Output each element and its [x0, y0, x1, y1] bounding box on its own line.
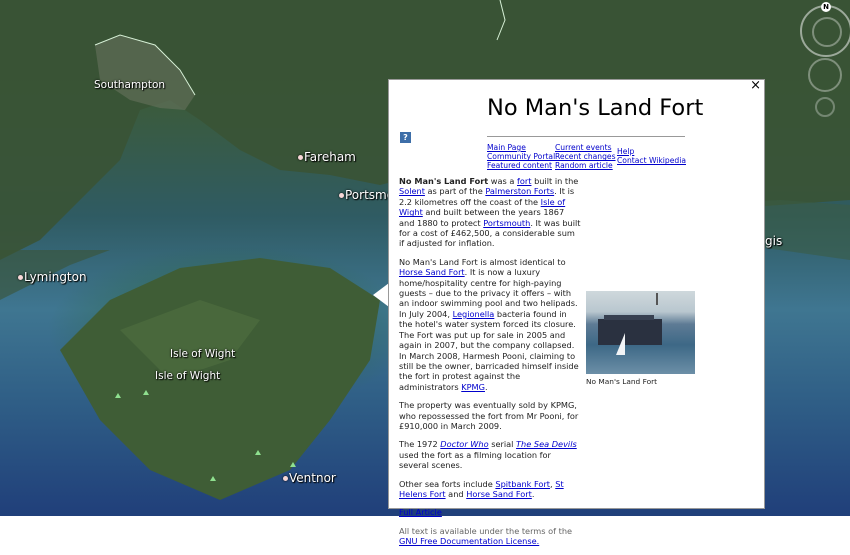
place-label-isle-of-wight-2[interactable]: Isle of Wight [155, 370, 220, 382]
link-gnu-fdl[interactable]: GNU Free Documentation License. [399, 536, 539, 546]
paragraph-intro: No Man's Land Fort was a fort built in t… [399, 176, 581, 249]
nav-column-1: Main Page Community Portal Featured cont… [487, 143, 555, 171]
nav-link-main-page[interactable]: Main Page [487, 143, 555, 152]
nav-link-random-article[interactable]: Random article [555, 161, 616, 170]
link-spitbank-fort[interactable]: Spitbank Fort [495, 479, 550, 489]
paragraph-doctor-who: The 1972 Doctor Who serial The Sea Devil… [399, 439, 577, 471]
fort-photo[interactable] [586, 291, 695, 374]
popup-pointer [373, 283, 389, 307]
zoom-control-icon[interactable] [815, 97, 835, 117]
look-control-icon[interactable] [812, 17, 842, 47]
marker-triangle-icon[interactable] [115, 393, 121, 398]
link-fort[interactable]: fort [517, 176, 531, 186]
photo-caption: No Man's Land Fort [586, 377, 658, 386]
photo-fort [598, 315, 662, 345]
compass-ring[interactable]: N [800, 2, 850, 57]
nav-link-recent-changes[interactable]: Recent changes [555, 152, 616, 161]
license-notice: All text is available under the terms of… [399, 525, 573, 547]
nav-column-2: Current events Recent changes Random art… [555, 143, 616, 171]
link-solent[interactable]: Solent [399, 186, 425, 196]
place-label-southampton[interactable]: Southampton [94, 79, 165, 91]
north-indicator-icon[interactable]: N [821, 2, 831, 12]
nav-link-current-events[interactable]: Current events [555, 143, 616, 152]
title-divider [487, 136, 685, 137]
link-kpmg[interactable]: KPMG [461, 382, 485, 392]
paragraph-other-forts: Other sea forts include Spitbank Fort, S… [399, 478, 564, 499]
full-article-row: Full Article [399, 507, 582, 517]
help-icon[interactable]: ? [400, 132, 411, 143]
nav-link-help[interactable]: Help [617, 147, 686, 156]
place-label-ventnor[interactable]: Ventnor [283, 471, 336, 485]
link-palmerston-forts[interactable]: Palmerston Forts [485, 186, 554, 196]
info-balloon: × ? No Man's Land Fort Main Page Communi… [388, 79, 765, 546]
paragraph-sale: The property was eventually sold by KPMG… [399, 400, 579, 431]
link-horse-sand-fort[interactable]: Horse Sand Fort [399, 267, 465, 277]
link-the-sea-devils[interactable]: The Sea Devils [516, 439, 577, 449]
place-label-fareham[interactable]: Fareham [298, 150, 356, 164]
nav-link-featured-content[interactable]: Featured content [487, 161, 555, 170]
article-body: No Man's Land Fort was a fort built in t… [399, 176, 582, 555]
article-title: No Man's Land Fort [487, 95, 704, 121]
marker-triangle-icon[interactable] [255, 450, 261, 455]
link-legionella[interactable]: Legionella [453, 309, 495, 319]
nav-column-3: Help Contact Wikipedia [617, 147, 686, 165]
marker-triangle-icon[interactable] [210, 476, 216, 481]
place-label-hayling[interactable]: gis [765, 234, 782, 248]
nav-link-contact-wikipedia[interactable]: Contact Wikipedia [617, 156, 686, 165]
marker-triangle-icon[interactable] [143, 390, 149, 395]
photo-sailboat [616, 333, 625, 355]
move-control-icon[interactable] [808, 58, 842, 92]
nav-link-community-portal[interactable]: Community Portal [487, 152, 555, 161]
marker-triangle-icon[interactable] [290, 462, 296, 467]
link-doctor-who[interactable]: Doctor Who [440, 439, 488, 449]
place-label-isle-of-wight-1[interactable]: Isle of Wight [170, 348, 235, 360]
link-portsmouth[interactable]: Portsmouth [483, 218, 530, 228]
photo-tower [656, 293, 658, 305]
place-label-portsmouth[interactable]: Portsmo [338, 188, 394, 202]
place-label-lymington[interactable]: Lymington [18, 270, 87, 284]
link-horse-sand-fort-2[interactable]: Horse Sand Fort [466, 489, 532, 499]
close-icon[interactable]: × [750, 79, 761, 93]
paragraph-history: No Man's Land Fort is almost identical t… [399, 256, 579, 392]
